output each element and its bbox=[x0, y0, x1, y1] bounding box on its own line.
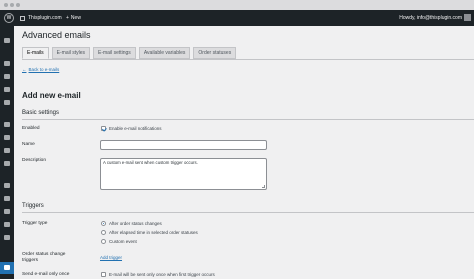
site-name-link[interactable]: Thisplugin.com bbox=[20, 15, 62, 21]
tab-email-styles[interactable]: E-mail styles bbox=[51, 47, 91, 59]
email-icon bbox=[4, 265, 10, 270]
marketing-icon[interactable] bbox=[4, 161, 10, 166]
admin-sidebar bbox=[0, 26, 14, 279]
account-menu[interactable]: Howdy, info@thisplugin.com bbox=[399, 15, 462, 21]
enabled-label: Enabled bbox=[22, 126, 40, 131]
settings-icon[interactable] bbox=[4, 235, 10, 240]
window-maximize-dot[interactable] bbox=[16, 3, 20, 7]
window-minimize-dot[interactable] bbox=[10, 3, 14, 7]
dashboard-icon[interactable] bbox=[4, 38, 10, 43]
wordpress-logo-icon[interactable]: W bbox=[4, 13, 14, 23]
main-content: Advanced emails E-mails E-mail styles E-… bbox=[14, 26, 474, 279]
admin-bar: W Thisplugin.com + New Howdy, info@thisp… bbox=[0, 10, 474, 26]
plugins-icon[interactable] bbox=[4, 196, 10, 201]
posts-icon[interactable] bbox=[4, 61, 10, 66]
new-content-button[interactable]: + New bbox=[66, 15, 81, 21]
trigger-option-label: Custom event bbox=[109, 239, 137, 244]
window-titlebar bbox=[0, 0, 474, 10]
basic-settings-heading: Basic settings bbox=[22, 110, 60, 116]
order-status-change-label-line1: Order status change bbox=[22, 252, 66, 257]
trigger-radio-status-change[interactable] bbox=[101, 221, 106, 226]
back-link-label: Back to e-mails bbox=[28, 67, 60, 72]
home-icon bbox=[20, 15, 25, 21]
description-value: A custom e-mail sent when custom trigger… bbox=[103, 160, 198, 165]
add-trigger-link[interactable]: Add trigger bbox=[100, 255, 122, 260]
pages-icon[interactable] bbox=[4, 87, 10, 92]
send-once-option-label: E-mail will be sent only once when first… bbox=[109, 272, 215, 277]
tab-divider bbox=[22, 59, 474, 60]
name-input[interactable] bbox=[100, 140, 267, 150]
triggers-heading: Triggers bbox=[22, 203, 44, 209]
media-icon[interactable] bbox=[4, 74, 10, 79]
description-label: Description bbox=[22, 158, 46, 163]
resize-handle-icon[interactable] bbox=[262, 185, 265, 188]
analytics-icon[interactable] bbox=[4, 148, 10, 153]
form-heading: Add new e-mail bbox=[22, 91, 81, 100]
site-name: Thisplugin.com bbox=[28, 15, 62, 21]
page-title: Advanced emails bbox=[22, 30, 91, 40]
products-icon[interactable] bbox=[4, 135, 10, 140]
tab-emails[interactable]: E-mails bbox=[22, 47, 49, 59]
back-to-emails-link[interactable]: ← Back to e-mails bbox=[22, 67, 59, 72]
tools-icon[interactable] bbox=[4, 222, 10, 227]
users-icon[interactable] bbox=[4, 209, 10, 214]
arrow-left-icon: ← bbox=[22, 67, 27, 72]
window-close-dot[interactable] bbox=[4, 3, 8, 7]
trigger-radio-elapsed-time[interactable] bbox=[101, 230, 106, 235]
enabled-option-label: Enable e-mail notifications bbox=[109, 126, 162, 131]
send-once-checkbox[interactable] bbox=[101, 272, 106, 277]
order-status-change-label-line2: triggers bbox=[22, 258, 38, 263]
avatar[interactable] bbox=[464, 14, 471, 21]
section-divider bbox=[22, 119, 474, 120]
tab-email-settings[interactable]: E-mail settings bbox=[93, 47, 136, 59]
plus-icon: + bbox=[66, 15, 69, 21]
trigger-option-label: After elapsed time in selected order sta… bbox=[109, 230, 198, 235]
order-status-change-label: Order status change triggers bbox=[22, 252, 65, 264]
new-label: New bbox=[70, 15, 81, 21]
tab-order-statuses[interactable]: Order statuses bbox=[193, 47, 237, 59]
trigger-radio-custom-event[interactable] bbox=[101, 239, 106, 244]
section-divider bbox=[22, 212, 474, 213]
trigger-option-label: After order status changes bbox=[109, 221, 162, 226]
enabled-checkbox[interactable] bbox=[101, 126, 106, 131]
woocommerce-icon[interactable] bbox=[4, 122, 10, 127]
tab-available-variables[interactable]: Available variables bbox=[138, 47, 191, 59]
trigger-type-label: Trigger type bbox=[22, 221, 48, 226]
appearance-icon[interactable] bbox=[4, 183, 10, 188]
send-once-label: Send e-mail only once bbox=[22, 272, 70, 277]
comments-icon[interactable] bbox=[4, 100, 10, 105]
name-label: Name bbox=[22, 142, 35, 147]
